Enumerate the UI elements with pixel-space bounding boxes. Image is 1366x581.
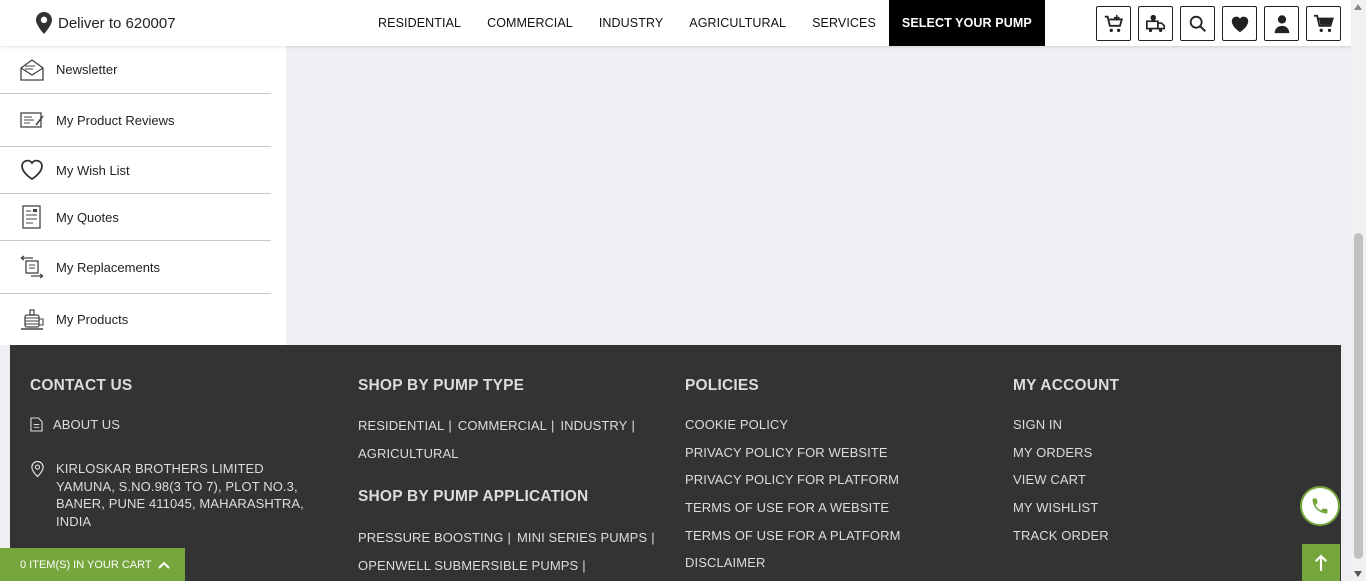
about-us-label: ABOUT US bbox=[53, 417, 121, 432]
sidebar-item-replacements[interactable]: My Replacements bbox=[0, 241, 271, 294]
footer-link-agricultural[interactable]: AGRICULTURAL bbox=[358, 446, 459, 461]
footer-heading-pump-type: SHOP BY PUMP TYPE bbox=[358, 377, 525, 394]
footer-link-my-wishlist[interactable]: MY WISHLIST bbox=[1013, 500, 1098, 515]
sidebar-item-product-reviews[interactable]: My Product Reviews bbox=[0, 94, 271, 147]
search-icon[interactable] bbox=[1180, 6, 1215, 41]
nav-commercial[interactable]: COMMERCIAL bbox=[474, 0, 586, 46]
newsletter-icon bbox=[18, 56, 46, 84]
sidebar-item-products[interactable]: My Products bbox=[0, 294, 271, 345]
track-delivery-icon[interactable] bbox=[1138, 6, 1173, 41]
location-icon bbox=[31, 460, 44, 478]
footer-link-openwell-submersible[interactable]: OPENWELL SUBMERSIBLE PUMPS bbox=[358, 558, 578, 573]
footer-link-my-orders[interactable]: MY ORDERS bbox=[1013, 445, 1092, 460]
main-nav: RESIDENTIAL COMMERCIAL INDUSTRY AGRICULT… bbox=[365, 0, 1045, 46]
sidebar-item-label: My Wish List bbox=[56, 162, 130, 178]
footer-link-view-cart[interactable]: VIEW CART bbox=[1013, 472, 1086, 487]
footer-link-terms-website[interactable]: TERMS OF USE FOR A WEBSITE bbox=[685, 500, 889, 515]
replacements-icon bbox=[18, 253, 46, 281]
product-reviews-icon bbox=[18, 106, 46, 134]
deliver-to-location[interactable]: Deliver to 620007 bbox=[36, 12, 176, 34]
sidebar-item-label: My Quotes bbox=[56, 209, 119, 225]
address-text: KIRLOSKAR BROTHERS LIMITED YAMUNA, S.NO.… bbox=[56, 460, 306, 530]
address-line: INDIA bbox=[56, 513, 92, 529]
scroll-down-arrow-icon[interactable] bbox=[1354, 571, 1362, 577]
address-line: BANER, PUNE 411045, MAHARASHTRA, bbox=[56, 496, 304, 511]
sidebar-item-label: My Product Reviews bbox=[56, 112, 175, 128]
footer-link-privacy-website[interactable]: PRIVACY POLICY FOR WEBSITE bbox=[685, 445, 888, 460]
mini-cart-bar[interactable]: 0 ITEM(S) IN YOUR CART bbox=[0, 548, 185, 581]
separator: | bbox=[631, 418, 635, 433]
nav-select-your-pump[interactable]: SELECT YOUR PUMP bbox=[888, 0, 1045, 46]
document-icon bbox=[30, 417, 43, 432]
footer-link-track-order[interactable]: TRACK ORDER bbox=[1013, 528, 1109, 543]
footer-link-mini-series-pumps[interactable]: MINI SERIES PUMPS bbox=[517, 530, 647, 545]
location-pin-icon bbox=[36, 12, 52, 34]
footer-heading-contact: CONTACT US bbox=[30, 377, 133, 394]
pump-application-links-row: PRESSURE BOOSTING | MINI SERIES PUMPS | bbox=[358, 529, 661, 547]
sidebar-item-label: Newsletter bbox=[56, 62, 118, 77]
footer-heading-account: MY ACCOUNT bbox=[1013, 377, 1120, 394]
footer-link-sign-in[interactable]: SIGN IN bbox=[1013, 417, 1062, 432]
address-line: KIRLOSKAR BROTHERS LIMITED bbox=[56, 461, 264, 476]
footer-link-pressure-boosting[interactable]: PRESSURE BOOSTING bbox=[358, 530, 503, 545]
scroll-to-top-button[interactable] bbox=[1302, 544, 1340, 581]
header-icons bbox=[1096, 6, 1341, 41]
separator: | bbox=[651, 530, 655, 545]
separator: | bbox=[582, 558, 586, 573]
nav-agricultural[interactable]: AGRICULTURAL bbox=[676, 0, 799, 46]
user-account-icon[interactable] bbox=[1264, 6, 1299, 41]
footer-link-terms-platform[interactable]: TERMS OF USE FOR A PLATFORM bbox=[685, 528, 901, 543]
sidebar-item-label: My Replacements bbox=[56, 259, 161, 275]
site-header: Deliver to 620007 RESIDENTIAL COMMERCIAL… bbox=[0, 0, 1366, 46]
sidebar-item-label: My Products bbox=[56, 312, 129, 327]
footer-link-disclaimer[interactable]: DISCLAIMER bbox=[685, 555, 765, 570]
deliver-label: Deliver to 620007 bbox=[58, 14, 176, 32]
nav-industry[interactable]: INDUSTRY bbox=[586, 0, 676, 46]
arrow-up-icon bbox=[1315, 554, 1327, 571]
phone-icon bbox=[1312, 498, 1328, 514]
footer-heading-pump-application: SHOP BY PUMP APPLICATION bbox=[358, 488, 589, 505]
footer-link-cookie-policy[interactable]: COOKIE POLICY bbox=[685, 417, 788, 432]
chevron-up-icon bbox=[157, 561, 170, 569]
nav-residential[interactable]: RESIDENTIAL bbox=[365, 0, 474, 46]
separator: | bbox=[550, 418, 555, 433]
footer-heading-policies: POLICIES bbox=[685, 377, 759, 394]
sidebar-item-quotes[interactable]: My Quotes bbox=[0, 194, 271, 241]
scroll-up-arrow-icon[interactable] bbox=[1354, 4, 1362, 10]
separator: | bbox=[448, 418, 452, 433]
footer-link-privacy-platform[interactable]: PRIVACY POLICY FOR PLATFORM bbox=[685, 472, 899, 487]
call-button[interactable] bbox=[1300, 486, 1340, 526]
bulk-order-icon[interactable] bbox=[1096, 6, 1131, 41]
footer-link-residential[interactable]: RESIDENTIAL bbox=[358, 418, 444, 433]
separator: | bbox=[507, 530, 511, 545]
site-footer: CONTACT US ABOUT US KIRLOSKAR BROTHERS L… bbox=[10, 345, 1341, 581]
footer-link-industry[interactable]: INDUSTRY bbox=[560, 418, 627, 433]
account-sidebar: Newsletter My Product Reviews My Wish Li… bbox=[0, 46, 286, 345]
cart-count-label: 0 ITEM(S) IN YOUR CART bbox=[20, 558, 152, 571]
page-scrollbar[interactable] bbox=[1351, 0, 1366, 581]
footer-link-commercial[interactable]: COMMERCIAL bbox=[458, 418, 547, 433]
cart-icon[interactable] bbox=[1306, 6, 1341, 41]
footer-about-us-link[interactable]: ABOUT US bbox=[30, 417, 120, 432]
nav-services[interactable]: SERVICES bbox=[799, 0, 889, 46]
address-line: YAMUNA, S.NO.98(3 TO 7), PLOT NO.3, bbox=[56, 478, 298, 494]
heart-icon bbox=[18, 156, 46, 184]
products-icon bbox=[18, 306, 46, 334]
quotes-icon bbox=[18, 203, 46, 231]
wishlist-heart-icon[interactable] bbox=[1222, 6, 1257, 41]
sidebar-item-newsletter[interactable]: Newsletter bbox=[0, 46, 271, 94]
pump-type-links-row: RESIDENTIAL | COMMERCIAL | INDUSTRY | bbox=[358, 417, 641, 435]
scrollbar-thumb[interactable] bbox=[1354, 233, 1363, 559]
sidebar-item-wish-list[interactable]: My Wish List bbox=[0, 147, 271, 194]
